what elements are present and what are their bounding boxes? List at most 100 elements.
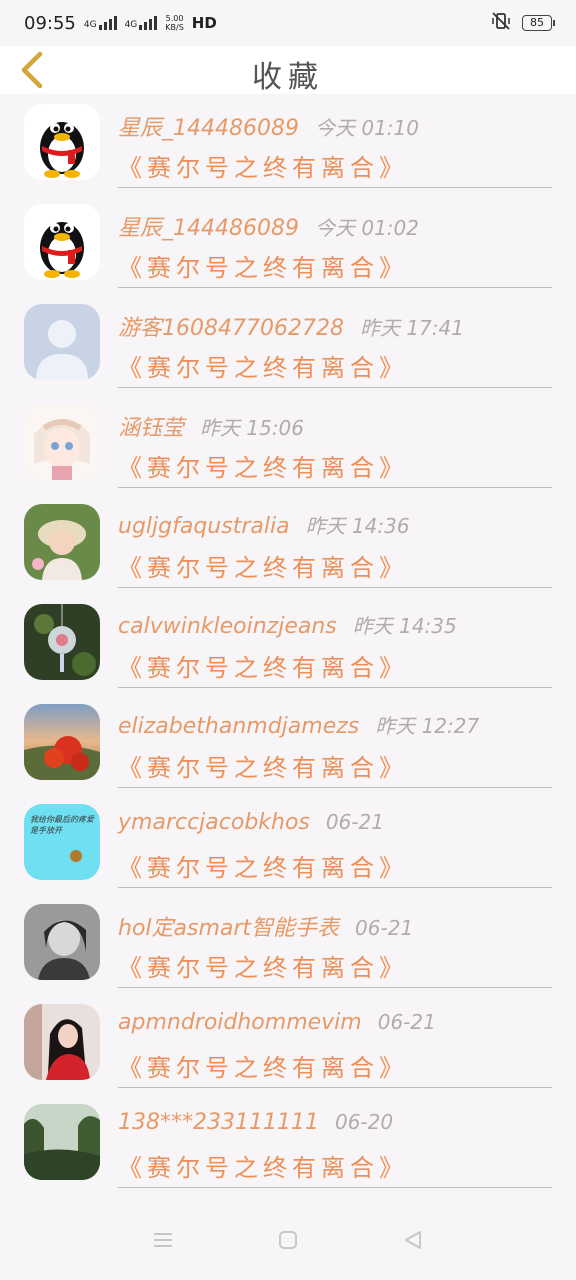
- status-bar: 09:55 4G 4G 5.00 KB/S HD 85: [0, 0, 576, 46]
- divider: [118, 1086, 552, 1088]
- list-item[interactable]: 138***233111111 06-20 《赛尔号之终有离合》: [0, 1094, 576, 1194]
- item-title: 《赛尔号之终有离合》: [118, 954, 408, 982]
- signal-2: 4G: [125, 16, 158, 30]
- avatar[interactable]: [24, 904, 100, 980]
- item-title: 《赛尔号之终有离合》: [118, 854, 408, 882]
- system-nav-bar: [0, 1204, 576, 1280]
- network-type-label: 4G: [83, 20, 97, 30]
- item-meta: 星辰_144486089 今天 01:02: [118, 210, 556, 242]
- timestamp: 昨天 15:06: [200, 416, 305, 440]
- user-name: ymarccjacobkhos: [118, 810, 310, 835]
- signal-bars-icon: [139, 16, 158, 30]
- list-item[interactable]: apmndroidhommevim 06-21 《赛尔号之终有离合》: [0, 994, 576, 1094]
- network-speed: 5.00 KB/S: [165, 14, 184, 32]
- item-title: 《赛尔号之终有离合》: [118, 254, 408, 282]
- list-item[interactable]: hol定asmart智能手表 06-21 《赛尔号之终有离合》: [0, 894, 576, 994]
- battery-icon: 85: [522, 15, 555, 31]
- speed-unit: KB/S: [165, 23, 184, 32]
- item-title: 《赛尔号之终有离合》: [118, 354, 408, 382]
- user-name: 星辰_144486089: [118, 116, 299, 141]
- timestamp: 06-20: [334, 1110, 394, 1134]
- timestamp: 昨天 14:35: [352, 614, 457, 638]
- avatar[interactable]: [24, 1004, 100, 1080]
- timestamp: 昨天 17:41: [359, 316, 464, 340]
- item-meta: elizabethanmdjamezs 昨天 12:27: [118, 710, 556, 739]
- avatar[interactable]: [24, 104, 100, 180]
- signal-bars-icon: [98, 16, 117, 30]
- item-meta: ymarccjacobkhos 06-21: [118, 810, 556, 835]
- signal-1: 4G: [84, 16, 117, 30]
- network-type-label: 4G: [124, 20, 138, 30]
- item-title: 《赛尔号之终有离合》: [118, 754, 408, 782]
- user-name: 涵钰莹: [118, 416, 185, 441]
- divider: [118, 486, 552, 488]
- item-meta: 星辰_144486089 今天 01:10: [118, 110, 556, 142]
- list-item[interactable]: ugljgfaqustralia 昨天 14:36 《赛尔号之终有离合》: [0, 494, 576, 594]
- avatar[interactable]: [24, 504, 100, 580]
- list-item[interactable]: elizabethanmdjamezs 昨天 12:27 《赛尔号之终有离合》: [0, 694, 576, 794]
- page-title: 收藏: [252, 60, 324, 95]
- timestamp: 06-21: [355, 916, 414, 940]
- divider: [118, 586, 552, 588]
- avatar[interactable]: [24, 704, 100, 780]
- item-meta: ugljgfaqustralia 昨天 14:36: [118, 510, 556, 539]
- monkey-icon: [70, 850, 82, 862]
- app-header: 收藏: [0, 46, 576, 95]
- user-name: calvwinkleoinzjeans: [118, 614, 337, 639]
- timestamp: 昨天 14:36: [305, 514, 410, 538]
- timestamp: 今天 01:02: [314, 216, 419, 240]
- back-triangle-icon[interactable]: [402, 1229, 424, 1255]
- list-item[interactable]: 涵钰莹 昨天 15:06 《赛尔号之终有离合》: [0, 394, 576, 494]
- divider: [118, 286, 552, 288]
- hd-indicator: HD: [191, 14, 217, 32]
- item-meta: 138***233111111 06-20: [118, 1110, 556, 1135]
- user-name: hol定asmart智能手表: [118, 916, 340, 941]
- user-name: 游客1608477062728: [118, 316, 344, 341]
- item-title: 《赛尔号之终有离合》: [118, 654, 408, 682]
- avatar[interactable]: [24, 304, 100, 380]
- clock: 09:55: [24, 12, 76, 34]
- avatar[interactable]: [24, 1104, 100, 1180]
- divider: [118, 1186, 552, 1188]
- status-left: 09:55 4G 4G 5.00 KB/S HD: [24, 13, 217, 34]
- divider: [118, 686, 552, 688]
- home-icon[interactable]: [277, 1229, 299, 1255]
- list-item[interactable]: 星辰_144486089 今天 01:10 《赛尔号之终有离合》: [0, 94, 576, 194]
- avatar[interactable]: [24, 604, 100, 680]
- divider: [118, 986, 552, 988]
- vibrate-mute-icon: [490, 11, 512, 36]
- item-title: 《赛尔号之终有离合》: [118, 1154, 408, 1182]
- status-right: 85: [490, 11, 555, 36]
- list-item[interactable]: 星辰_144486089 今天 01:02 《赛尔号之终有离合》: [0, 194, 576, 294]
- item-meta: 涵钰莹 昨天 15:06: [118, 410, 556, 442]
- avatar-caption: 我给你最后的疼爱是手放开: [30, 815, 94, 835]
- avatar[interactable]: [24, 404, 100, 480]
- user-name: elizabethanmdjamezs: [118, 714, 360, 739]
- timestamp: 昨天 12:27: [375, 714, 480, 738]
- divider: [118, 886, 552, 888]
- timestamp: 06-21: [377, 1010, 436, 1034]
- user-name: 138***233111111: [118, 1110, 319, 1135]
- item-meta: calvwinkleoinzjeans 昨天 14:35: [118, 610, 556, 639]
- timestamp: 06-21: [325, 810, 385, 834]
- divider: [118, 186, 552, 188]
- item-title: 《赛尔号之终有离合》: [118, 1054, 408, 1082]
- item-meta: apmndroidhommevim 06-21: [118, 1010, 556, 1035]
- item-meta: 游客1608477062728 昨天 17:41: [118, 310, 556, 342]
- menu-icon[interactable]: [152, 1230, 174, 1254]
- item-title: 《赛尔号之终有离合》: [118, 554, 408, 582]
- favorites-list: 星辰_144486089 今天 01:10 《赛尔号之终有离合》 星辰_14448…: [0, 94, 576, 1204]
- user-name: 星辰_144486089: [118, 216, 299, 241]
- list-item[interactable]: calvwinkleoinzjeans 昨天 14:35 《赛尔号之终有离合》: [0, 594, 576, 694]
- item-title: 《赛尔号之终有离合》: [118, 454, 408, 482]
- avatar[interactable]: [24, 204, 100, 280]
- list-item[interactable]: 我给你最后的疼爱是手放开 ymarccjacobkhos 06-21 《赛尔号之终…: [0, 794, 576, 894]
- avatar[interactable]: 我给你最后的疼爱是手放开: [24, 804, 100, 880]
- timestamp: 今天 01:10: [314, 116, 419, 140]
- user-name: apmndroidhommevim: [118, 1010, 362, 1035]
- list-item[interactable]: 游客1608477062728 昨天 17:41 《赛尔号之终有离合》: [0, 294, 576, 394]
- user-name: ugljgfaqustralia: [118, 514, 290, 539]
- item-title: 《赛尔号之终有离合》: [118, 154, 408, 182]
- item-meta: hol定asmart智能手表 06-21: [118, 910, 556, 942]
- list-item[interactable]: [0, 1194, 576, 1204]
